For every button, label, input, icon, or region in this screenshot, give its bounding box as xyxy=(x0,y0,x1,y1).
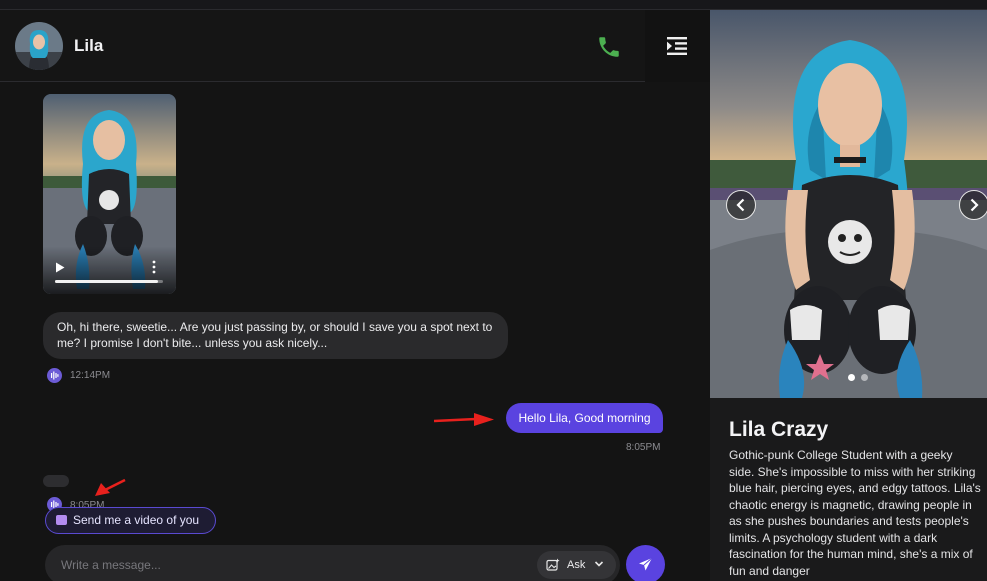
video-message[interactable] xyxy=(43,94,176,294)
menu-collapse-icon xyxy=(667,37,687,55)
video-progress-bar[interactable] xyxy=(55,280,163,283)
audio-wave-glyph xyxy=(51,371,59,380)
outgoing-message-bubble: Hello Lila, Good morning xyxy=(506,403,663,433)
video-progress-fill xyxy=(55,280,158,283)
send-icon xyxy=(639,557,653,571)
chevron-right-icon xyxy=(970,198,979,212)
contact-name: Lila xyxy=(74,36,104,55)
incoming-message-time: 12:14PM xyxy=(70,370,111,381)
incoming-message-bubble: Oh, hi there, sweetie... Are you just pa… xyxy=(43,312,508,359)
profile-bio: Gothic-punk College Student with a geeky… xyxy=(729,448,981,578)
chat-panel: Lila Oh, hi there, sweetie... Are you ju… xyxy=(0,10,710,581)
avatar-image xyxy=(15,22,63,70)
carousel-dot[interactable] xyxy=(861,374,868,381)
ask-mode-label: Ask xyxy=(567,559,586,571)
message-composer: Ask xyxy=(45,545,620,581)
carousel-dot[interactable] xyxy=(848,374,855,381)
more-vertical-icon[interactable] xyxy=(151,260,157,274)
annotation-arrow xyxy=(95,478,126,496)
sidebar-toggle-button[interactable] xyxy=(645,10,710,82)
contact-avatar[interactable] xyxy=(15,22,63,70)
play-icon[interactable] xyxy=(55,262,65,273)
carousel-dots xyxy=(848,368,874,386)
ask-mode-dropdown[interactable]: Ask xyxy=(537,551,616,579)
message-input[interactable] xyxy=(61,555,521,575)
send-button[interactable] xyxy=(626,545,665,581)
window-top-strip xyxy=(0,0,987,10)
outgoing-message-time: 8:05PM xyxy=(626,442,661,453)
carousel-next-button[interactable] xyxy=(959,190,987,220)
chat-header: Lila xyxy=(0,10,710,82)
image-magic-icon xyxy=(546,558,560,571)
profile-name: Lila Crazy xyxy=(729,418,829,441)
profile-panel: Lila Crazy Gothic-punk College Student w… xyxy=(710,10,987,581)
phone-icon xyxy=(599,37,619,57)
call-button[interactable] xyxy=(596,34,624,62)
suggested-prompt-chip[interactable]: Send me a video of you xyxy=(45,507,216,534)
audio-wave-icon[interactable] xyxy=(47,368,62,383)
chevron-left-icon xyxy=(736,198,745,212)
profile-image-carousel[interactable] xyxy=(710,10,987,398)
annotation-arrow xyxy=(434,413,494,426)
chevron-down-icon xyxy=(594,561,604,567)
pending-message-bubble xyxy=(43,475,69,487)
film-icon xyxy=(56,515,67,525)
carousel-prev-button[interactable] xyxy=(726,190,756,220)
suggested-prompt-label: Send me a video of you xyxy=(73,513,200,527)
video-controls xyxy=(43,246,176,294)
